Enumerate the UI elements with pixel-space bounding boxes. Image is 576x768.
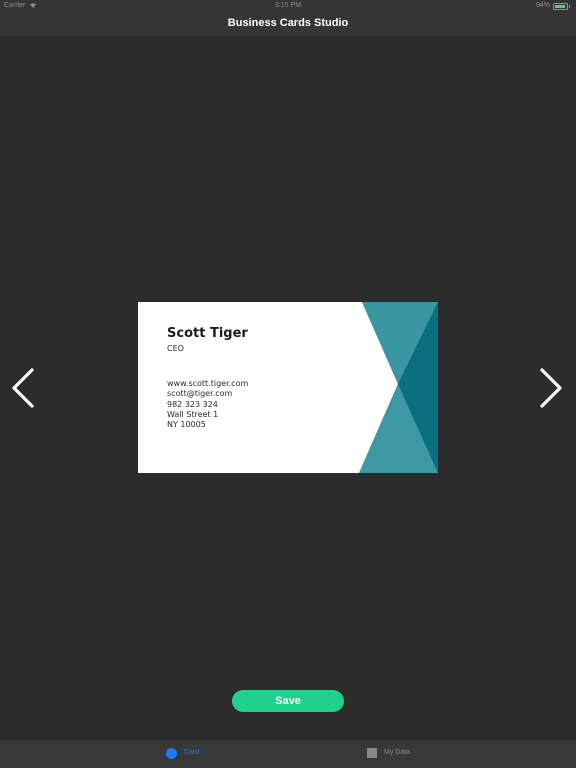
save-button[interactable]: Save — [232, 690, 344, 712]
battery-icon — [553, 3, 570, 10]
square-icon — [367, 748, 377, 758]
status-battery-percent: 94% — [535, 2, 550, 9]
chevron-left-icon — [12, 368, 34, 408]
card-phone: 982 323 324 — [167, 399, 218, 409]
card-role: CEO — [167, 344, 184, 353]
next-card-button[interactable] — [536, 367, 566, 409]
tab-my-data[interactable]: My Data — [360, 740, 430, 768]
app-screen: Carrier 3:15 PM 94% Business Cards Studi… — [0, 0, 576, 768]
page-title: Business Cards Studio — [227, 17, 349, 29]
chevron-right-icon — [540, 368, 562, 408]
circle-icon — [166, 748, 177, 759]
tab-card-label: Card — [184, 749, 200, 756]
tab-card[interactable]: Card — [160, 740, 220, 768]
tab-my-data-label: My Data — [384, 749, 411, 756]
card-name: Scott Tiger — [167, 326, 248, 341]
card-street: Wall Street 1 — [167, 409, 219, 419]
card-email: scott@tiger.com — [167, 389, 233, 399]
card-website: www.scott.tiger.com — [167, 379, 249, 388]
card-contact-details: www.scott.tiger.com scott@tiger.com 982 … — [167, 379, 248, 430]
status-time: 3:15 PM — [274, 2, 302, 9]
status-bar: Carrier 3:15 PM 94% — [0, 0, 576, 12]
card-city: NY 10005 — [167, 420, 206, 430]
business-card-preview: Scott Tiger CEO www.scott.tiger.com scot… — [138, 302, 438, 473]
battery-fill — [555, 5, 566, 8]
tab-bar: Card My Data — [0, 740, 576, 768]
previous-card-button[interactable] — [8, 367, 38, 409]
navigation-bar: Business Cards Studio — [0, 12, 576, 36]
